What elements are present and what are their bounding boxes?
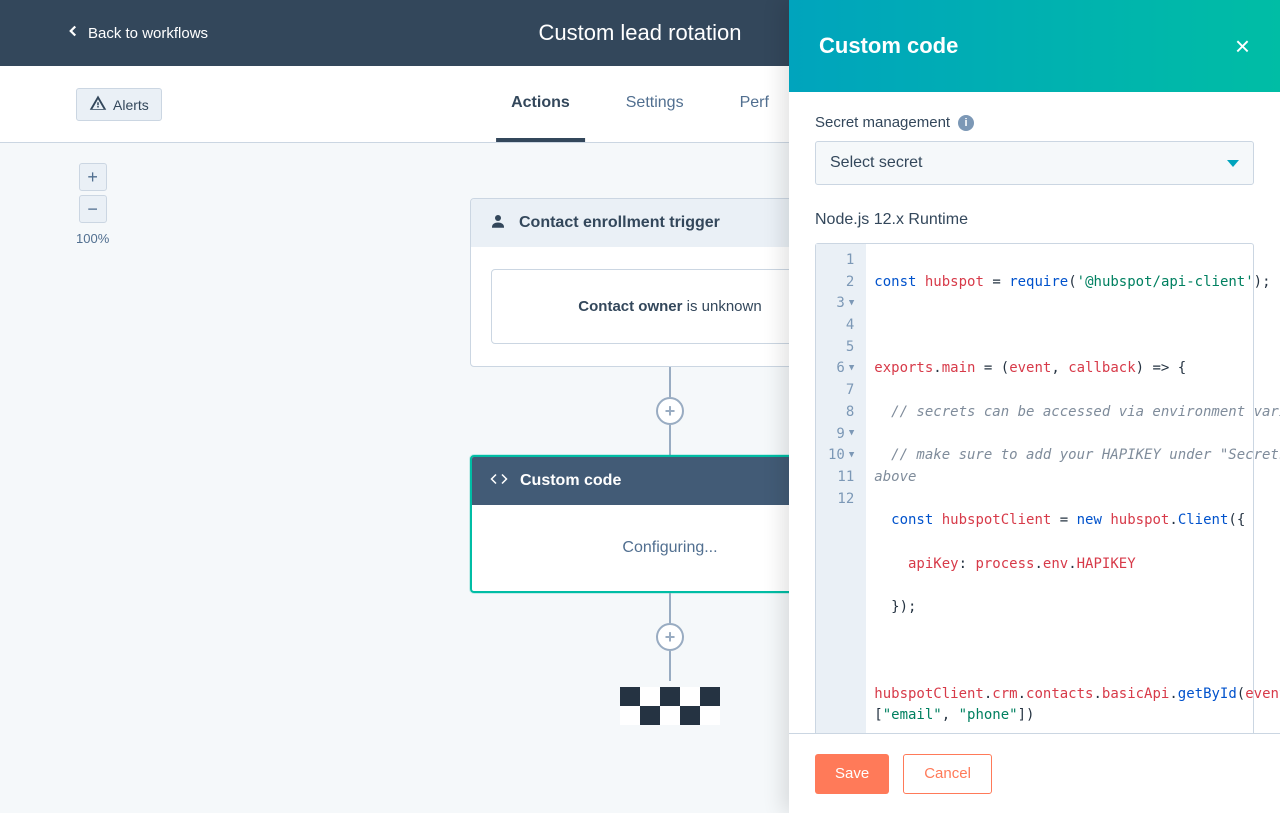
code-icon <box>490 470 508 493</box>
tab-settings[interactable]: Settings <box>626 94 684 116</box>
zoom-controls: + − 100% <box>76 163 109 246</box>
alerts-button[interactable]: Alerts <box>76 88 162 121</box>
connector <box>669 367 671 397</box>
code-editor[interactable]: 123 ▼456 ▼789 ▼10 ▼1112 const hubspot = … <box>815 243 1254 733</box>
code-content[interactable]: const hubspot = require('@hubspot/api-cl… <box>866 244 1280 733</box>
secret-select-value: Select secret <box>830 154 922 172</box>
info-icon[interactable]: i <box>958 115 974 131</box>
connector <box>669 651 671 681</box>
chevron-left-icon <box>64 22 82 44</box>
enrollment-trigger-title: Contact enrollment trigger <box>519 214 720 232</box>
warning-icon <box>89 94 107 115</box>
chevron-down-icon <box>1227 160 1239 167</box>
panel-footer: Save Cancel <box>789 733 1280 813</box>
enrollment-owner-state: is unknown <box>682 298 761 315</box>
tab-performance[interactable]: Perf <box>740 94 769 116</box>
close-icon[interactable]: × <box>1235 31 1250 62</box>
alerts-label: Alerts <box>113 97 149 113</box>
contact-icon <box>489 212 507 235</box>
tabs: Actions Settings Perf <box>511 66 769 143</box>
save-button[interactable]: Save <box>815 754 889 794</box>
add-action-button[interactable]: + <box>656 397 684 425</box>
back-link[interactable]: Back to workflows <box>64 22 208 44</box>
back-link-label: Back to workflows <box>88 25 208 42</box>
panel-title: Custom code <box>819 33 958 59</box>
add-action-button[interactable]: + <box>656 623 684 651</box>
secret-management-text: Secret management <box>815 114 950 131</box>
connector <box>669 593 671 623</box>
finish-flag-icon <box>620 687 720 725</box>
zoom-level: 100% <box>76 231 109 246</box>
panel-body: Secret management i Select secret Node.j… <box>789 92 1280 733</box>
cancel-button[interactable]: Cancel <box>903 754 992 794</box>
zoom-in-button[interactable]: + <box>79 163 107 191</box>
runtime-label: Node.js 12.x Runtime <box>815 211 1254 229</box>
custom-code-panel: Custom code × Secret management i Select… <box>789 0 1280 813</box>
panel-header: Custom code × <box>789 0 1280 92</box>
code-gutter: 123 ▼456 ▼789 ▼10 ▼1112 <box>816 244 866 733</box>
connector <box>669 425 671 455</box>
tab-actions[interactable]: Actions <box>511 94 570 116</box>
custom-code-title: Custom code <box>520 472 621 490</box>
secret-management-label: Secret management i <box>815 114 1254 131</box>
page-title: Custom lead rotation <box>539 20 742 46</box>
enrollment-owner-label: Contact owner <box>578 298 682 315</box>
zoom-out-button[interactable]: − <box>79 195 107 223</box>
secret-select[interactable]: Select secret <box>815 141 1254 185</box>
